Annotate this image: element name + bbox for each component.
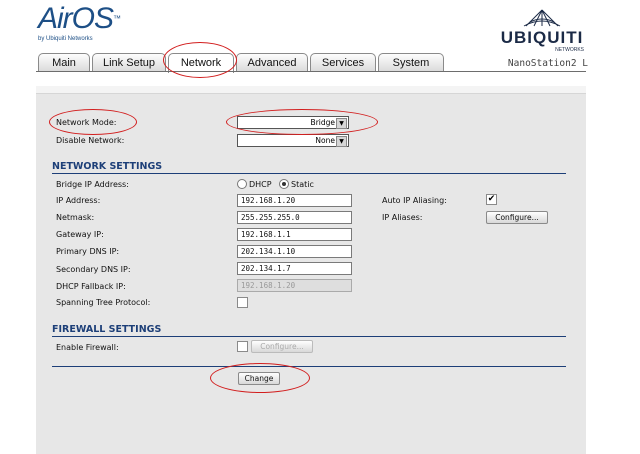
stp-label: Spanning Tree Protocol:	[56, 298, 151, 307]
network-settings-divider	[52, 173, 566, 174]
gateway-label: Gateway IP:	[56, 230, 104, 239]
disable-network-value: None	[315, 136, 335, 145]
tab-system[interactable]: System	[378, 53, 444, 72]
dhcp-radio-label: DHCP	[249, 180, 272, 189]
network-mode-label: Network Mode:	[56, 118, 117, 127]
tab-link-setup[interactable]: Link Setup	[92, 53, 166, 72]
disable-network-label: Disable Network:	[56, 136, 125, 145]
bottom-divider	[52, 366, 566, 367]
ip-address-input[interactable]: 192.168.1.20	[237, 194, 352, 207]
tab-advanced[interactable]: Advanced	[236, 53, 308, 72]
ubiquiti-wordmark-subtitle: NETWORKS	[555, 47, 584, 53]
auto-ip-aliasing-label: Auto IP Aliasing:	[382, 196, 447, 205]
device-name: NanoStation2 L	[507, 58, 588, 69]
network-mode-value: Bridge	[310, 118, 335, 127]
firewall-settings-title: FIREWALL SETTINGS	[52, 324, 162, 335]
dropdown-arrow-icon: ▼	[336, 136, 347, 147]
static-radio-label: Static	[291, 180, 314, 189]
ip-aliases-configure-button[interactable]: Configure...	[486, 211, 548, 224]
ip-aliases-label: IP Aliases:	[382, 213, 423, 222]
enable-firewall-label: Enable Firewall:	[56, 343, 119, 352]
dhcp-fallback-label: DHCP Fallback IP:	[56, 282, 126, 291]
ubiquiti-wordmark: UBIQUITI	[500, 28, 584, 47]
tab-network[interactable]: Network	[168, 53, 234, 73]
dhcp-fallback-input: 192.168.1.20	[237, 279, 352, 292]
airos-logo-text: AirOS	[38, 2, 114, 35]
ip-address-label: IP Address:	[56, 196, 101, 205]
airos-logo: AirOS™	[38, 2, 121, 36]
firewall-configure-button: Configure...	[251, 340, 313, 353]
firewall-settings-divider	[52, 336, 566, 337]
primary-dns-label: Primary DNS IP:	[56, 247, 120, 256]
panel-top-strip	[36, 86, 586, 94]
airos-logo-subtitle: by Ubiquiti Networks	[38, 36, 93, 42]
dhcp-radio[interactable]	[237, 179, 247, 189]
trademark-mark: ™	[113, 14, 121, 23]
netmask-label: Netmask:	[56, 213, 95, 222]
tab-services[interactable]: Services	[310, 53, 376, 72]
tab-main[interactable]: Main	[38, 53, 90, 72]
gateway-input[interactable]: 192.168.1.1	[237, 228, 352, 241]
tabs-divider	[36, 71, 586, 72]
netmask-input[interactable]: 255.255.255.0	[237, 211, 352, 224]
enable-firewall-checkbox[interactable]	[237, 341, 248, 352]
network-settings-title: NETWORK SETTINGS	[52, 161, 163, 172]
network-mode-select[interactable]: Bridge ▼	[237, 116, 349, 129]
disable-network-select[interactable]: None ▼	[237, 134, 349, 147]
dropdown-arrow-icon: ▼	[336, 118, 347, 129]
auto-ip-aliasing-checkbox[interactable]: ✔	[486, 194, 497, 205]
primary-dns-input[interactable]: 202.134.1.10	[237, 245, 352, 258]
secondary-dns-label: Secondary DNS IP:	[56, 265, 131, 274]
stp-checkbox[interactable]	[237, 297, 248, 308]
static-radio[interactable]	[279, 179, 289, 189]
bridge-ip-label: Bridge IP Address:	[56, 180, 129, 189]
secondary-dns-input[interactable]: 202.134.1.7	[237, 262, 352, 275]
change-button[interactable]: Change	[238, 372, 280, 385]
